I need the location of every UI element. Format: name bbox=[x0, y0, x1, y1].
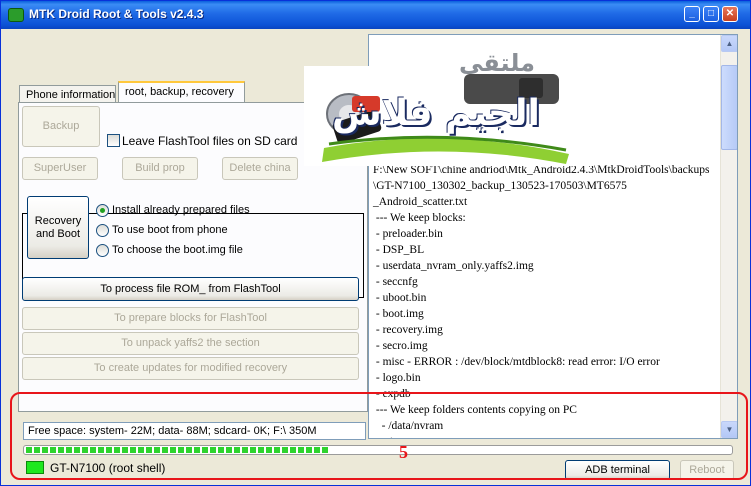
radio-install-prepared-label: Install already prepared files bbox=[112, 204, 250, 216]
log-line: \GT-N7100_130302_backup_130523-170503\MT… bbox=[373, 180, 627, 192]
log-line: - DSP_BL bbox=[373, 244, 425, 256]
process-rom-button-label: To process file ROM_ from FlashTool bbox=[100, 283, 281, 295]
logo-text-main: الجيم فلاش bbox=[332, 93, 540, 134]
log-line: - secro.img bbox=[373, 340, 428, 352]
radio-boot-from-phone-label: To use boot from phone bbox=[112, 224, 228, 236]
radio-install-prepared[interactable] bbox=[96, 204, 109, 217]
window-title: MTK Droid Root & Tools v2.4.3 bbox=[29, 7, 204, 21]
annotation-number: 5 bbox=[399, 442, 408, 462]
create-updates-button-label: To create updates for modified recovery bbox=[93, 362, 288, 374]
log-line: _Android_scatter.txt bbox=[373, 196, 468, 208]
superuser-button-label: SuperUser bbox=[33, 162, 87, 174]
log-line: - boot.img bbox=[373, 308, 424, 320]
minimize-button[interactable]: _ bbox=[684, 6, 700, 22]
scroll-thumb[interactable] bbox=[721, 65, 737, 150]
scroll-up-icon[interactable]: ▲ bbox=[721, 35, 737, 52]
prepare-blocks-button-label: To prepare blocks for FlashTool bbox=[114, 312, 267, 324]
leave-flashtool-checkbox[interactable] bbox=[107, 134, 120, 147]
maximize-button[interactable]: □ bbox=[703, 6, 719, 22]
log-line: - uboot.bin bbox=[373, 292, 427, 304]
radio-boot-from-phone[interactable] bbox=[96, 224, 109, 237]
delete-china-button-label: Delete china bbox=[229, 162, 291, 174]
leave-flashtool-label: Leave FlashTool files on SD card bbox=[122, 134, 298, 148]
recovery-and-boot-label-1: Recovery bbox=[34, 215, 82, 227]
log-line: - seccnfg bbox=[373, 276, 418, 288]
log-line: - misc - ERROR : /dev/block/mtdblock8: r… bbox=[373, 356, 660, 368]
backup-button-label: Backup bbox=[42, 120, 80, 132]
superuser-button[interactable]: SuperUser bbox=[22, 157, 98, 180]
app-window: MTK Droid Root & Tools v2.4.3 _ □ ✕ Phon… bbox=[0, 0, 751, 486]
unpack-yaffs2-button[interactable]: To unpack yaffs2 the section bbox=[22, 332, 359, 355]
prepare-blocks-button[interactable]: To prepare blocks for FlashTool bbox=[22, 307, 359, 330]
radio-choose-boot-img-label: To choose the boot.img file bbox=[112, 244, 243, 256]
log-scrollbar[interactable]: ▲ ▼ bbox=[720, 35, 737, 438]
process-rom-button[interactable]: To process file ROM_ from FlashTool bbox=[22, 277, 359, 301]
title-bar[interactable]: MTK Droid Root & Tools v2.4.3 _ □ ✕ bbox=[1, 1, 750, 29]
tab-root-backup-recovery[interactable]: root, backup, recovery bbox=[118, 81, 245, 103]
close-button[interactable]: ✕ bbox=[722, 6, 738, 22]
delete-china-button[interactable]: Delete china bbox=[222, 157, 298, 180]
tab-root-backup-recovery-label: root, backup, recovery bbox=[125, 86, 234, 98]
log-line: - userdata_nvram_only.yaffs2.img bbox=[373, 260, 534, 272]
log-line: --- We keep blocks: bbox=[373, 212, 466, 224]
logo-text-top: ملتقى bbox=[459, 49, 536, 77]
log-line: - preloader.bin bbox=[373, 228, 443, 240]
log-line: - logo.bin bbox=[373, 372, 421, 384]
log-line: - recovery.img bbox=[373, 324, 443, 336]
annotation-highlight-box bbox=[10, 392, 748, 480]
tab-phone-information-label: Phone information bbox=[26, 89, 116, 101]
build-prop-button-label: Build prop bbox=[135, 162, 185, 174]
recovery-and-boot-button[interactable]: Recovery and Boot bbox=[27, 196, 89, 259]
recovery-and-boot-label-2: and Boot bbox=[35, 228, 81, 240]
unpack-yaffs2-button-label: To unpack yaffs2 the section bbox=[121, 337, 260, 349]
build-prop-button[interactable]: Build prop bbox=[122, 157, 198, 180]
app-icon bbox=[8, 8, 24, 22]
create-updates-button[interactable]: To create updates for modified recovery bbox=[22, 357, 359, 380]
backup-button[interactable]: Backup bbox=[22, 106, 100, 147]
radio-choose-boot-img[interactable] bbox=[96, 244, 109, 257]
